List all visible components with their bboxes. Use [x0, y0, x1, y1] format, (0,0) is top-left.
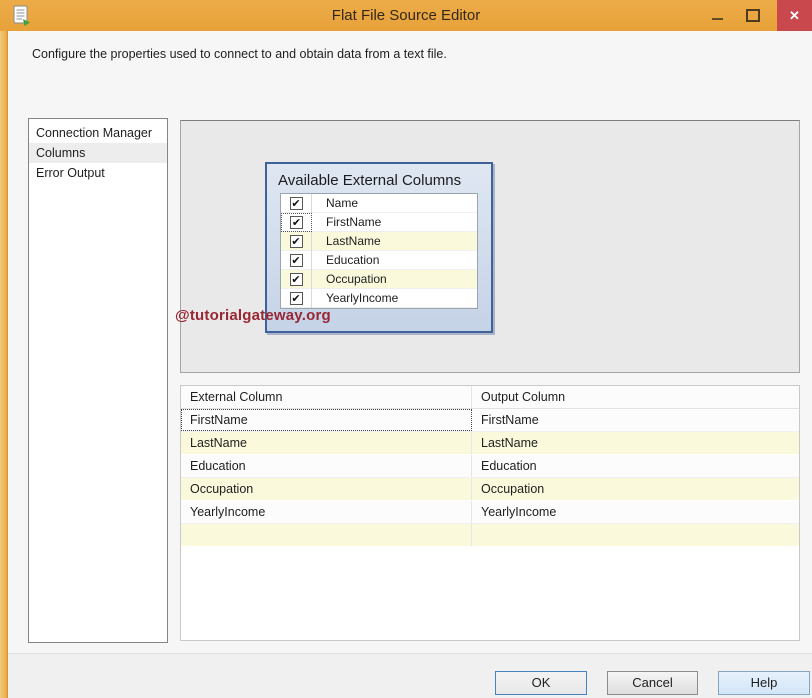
external-column-row: ✔ YearlyIncome: [281, 289, 477, 308]
checkbox-cell[interactable]: ✔: [281, 194, 312, 213]
watermark-text: @tutorialgateway.org: [175, 307, 331, 324]
minimize-button[interactable]: [702, 0, 732, 31]
sidebar-item-connection-manager[interactable]: Connection Manager: [29, 123, 167, 143]
checkbox-cell[interactable]: ✔: [281, 213, 312, 232]
checkbox-checked-icon[interactable]: ✔: [290, 216, 303, 229]
sidebar-list: Connection ManagerColumnsError Output: [28, 118, 168, 643]
cancel-button[interactable]: Cancel: [607, 671, 698, 695]
column-mapping-table: External Column Output Column FirstNameF…: [180, 385, 800, 641]
checkbox-checked-icon[interactable]: ✔: [290, 254, 303, 267]
external-column-cell[interactable]: LastName: [181, 432, 472, 454]
checkbox-cell[interactable]: ✔: [281, 289, 312, 308]
external-column-row: ✔ LastName: [281, 232, 477, 251]
output-column-cell[interactable]: Occupation: [472, 478, 799, 500]
checkbox-cell[interactable]: ✔: [281, 232, 312, 251]
checkbox-cell[interactable]: ✔: [281, 251, 312, 270]
mapping-table-row: [181, 524, 799, 547]
sidebar-item-columns[interactable]: Columns: [29, 143, 167, 163]
checkbox-checked-icon[interactable]: ✔: [290, 292, 303, 305]
dialog-description: Configure the properties used to connect…: [32, 47, 447, 61]
help-button[interactable]: Help: [718, 671, 810, 695]
output-column-cell[interactable]: [472, 524, 799, 546]
checkbox-checked-icon[interactable]: ✔: [290, 235, 303, 248]
external-column-cell[interactable]: [181, 524, 472, 546]
output-column-cell[interactable]: Education: [472, 455, 799, 477]
column-name-label: Occupation: [312, 272, 387, 286]
external-column-cell[interactable]: Education: [181, 455, 472, 477]
column-name-label: Name: [312, 196, 358, 210]
mapping-table-row: OccupationOccupation: [181, 478, 799, 501]
external-column-cell[interactable]: FirstName: [181, 409, 472, 431]
output-column-cell[interactable]: YearlyIncome: [472, 501, 799, 523]
mapping-table-body: FirstNameFirstNameLastNameLastNameEducat…: [181, 409, 799, 547]
column-name-label: YearlyIncome: [312, 291, 398, 305]
maximize-button[interactable]: [738, 0, 768, 31]
output-column-cell[interactable]: FirstName: [472, 409, 799, 431]
mapping-table-row: YearlyIncomeYearlyIncome: [181, 501, 799, 524]
sidebar-item-error-output[interactable]: Error Output: [29, 163, 167, 183]
window-left-border: [0, 0, 8, 698]
external-column-row: ✔ FirstName: [281, 213, 477, 232]
external-column-row: ✔ Occupation: [281, 270, 477, 289]
column-name-label: LastName: [312, 234, 381, 248]
external-columns-list: ✔ Name ✔ FirstName ✔ LastName ✔ Education ✔ Occup…: [280, 193, 478, 309]
checkbox-cell[interactable]: ✔: [281, 270, 312, 289]
column-name-label: Education: [312, 253, 379, 267]
external-column-cell[interactable]: Occupation: [181, 478, 472, 500]
mapping-table-row: LastNameLastName: [181, 432, 799, 455]
output-column-header: Output Column: [472, 386, 799, 408]
ok-button[interactable]: OK: [495, 671, 587, 695]
window-title: Flat File Source Editor: [0, 0, 812, 31]
checkbox-checked-icon[interactable]: ✔: [290, 197, 303, 210]
column-name-label: FirstName: [312, 215, 381, 229]
output-column-cell[interactable]: LastName: [472, 432, 799, 454]
external-column-row: ✔ Name: [281, 194, 477, 213]
mapping-table-header: External Column Output Column: [181, 386, 799, 409]
external-column-row: ✔ Education: [281, 251, 477, 270]
maximize-icon: [746, 9, 760, 22]
external-column-header: External Column: [181, 386, 472, 408]
flat-file-source-editor-dialog: Flat File Source Editor ✕ Configure the …: [0, 0, 812, 698]
mapping-table-row: FirstNameFirstName: [181, 409, 799, 432]
external-column-cell[interactable]: YearlyIncome: [181, 501, 472, 523]
close-icon: ✕: [789, 8, 800, 24]
minimize-icon: [712, 18, 723, 20]
titlebar: Flat File Source Editor ✕: [0, 0, 812, 31]
mapping-table-row: EducationEducation: [181, 455, 799, 478]
close-button[interactable]: ✕: [777, 0, 812, 31]
checkbox-checked-icon[interactable]: ✔: [290, 273, 303, 286]
available-external-columns-title: Available External Columns: [278, 172, 461, 189]
